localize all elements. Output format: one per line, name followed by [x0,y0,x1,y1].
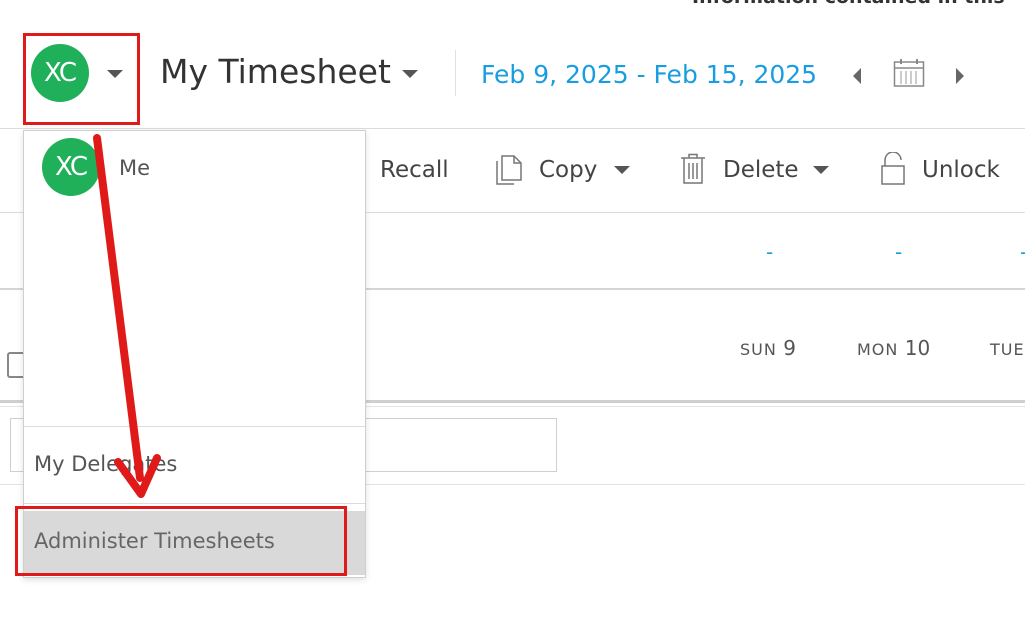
copy-button[interactable]: Copy [539,157,597,183]
day-number: 9 [783,336,796,360]
annotation-box-user-switcher [23,33,140,125]
annotation-box-administer [15,506,347,576]
calendar-icon[interactable] [893,58,925,88]
trash-icon[interactable] [680,153,706,185]
delete-chevron-down-icon[interactable] [813,166,829,174]
summary-value-tue: - [1020,240,1025,264]
unlock-button[interactable]: Unlock [922,157,1000,183]
title-chevron-down-icon[interactable] [402,70,418,78]
day-name: SUN [740,340,777,359]
unlock-icon[interactable] [879,152,907,186]
copy-icon[interactable] [495,154,523,186]
summary-value-mon: - [895,240,903,264]
summary-value-sun: - [766,240,774,264]
page-notice-banner: Information contained in this [692,0,1005,8]
previous-week-icon[interactable] [853,68,861,84]
date-range-link[interactable]: Feb 9, 2025 - Feb 15, 2025 [481,60,817,89]
menu-user-avatar: XC [42,138,100,196]
header-divider-line [0,128,1025,129]
day-header-sun: SUN 9 [740,336,796,360]
page-title[interactable]: My Timesheet [160,52,391,91]
copy-chevron-down-icon[interactable] [614,166,630,174]
delete-button[interactable]: Delete [723,157,799,183]
day-number: 10 [904,336,931,360]
menu-item-me[interactable]: XC Me [24,131,365,201]
day-name: TUE [990,340,1025,359]
next-week-icon[interactable] [956,68,964,84]
menu-item-my-delegates-label: My Delegates [34,452,178,476]
menu-divider-2 [24,503,365,504]
day-name: MON [857,340,899,359]
header-divider [455,50,456,96]
recall-button[interactable]: Recall [380,157,449,183]
day-header-mon: MON 10 [857,336,930,360]
menu-item-me-label: Me [119,156,151,180]
menu-item-my-delegates[interactable]: My Delegates [24,427,365,503]
day-header-tue: TUE [990,336,1025,360]
